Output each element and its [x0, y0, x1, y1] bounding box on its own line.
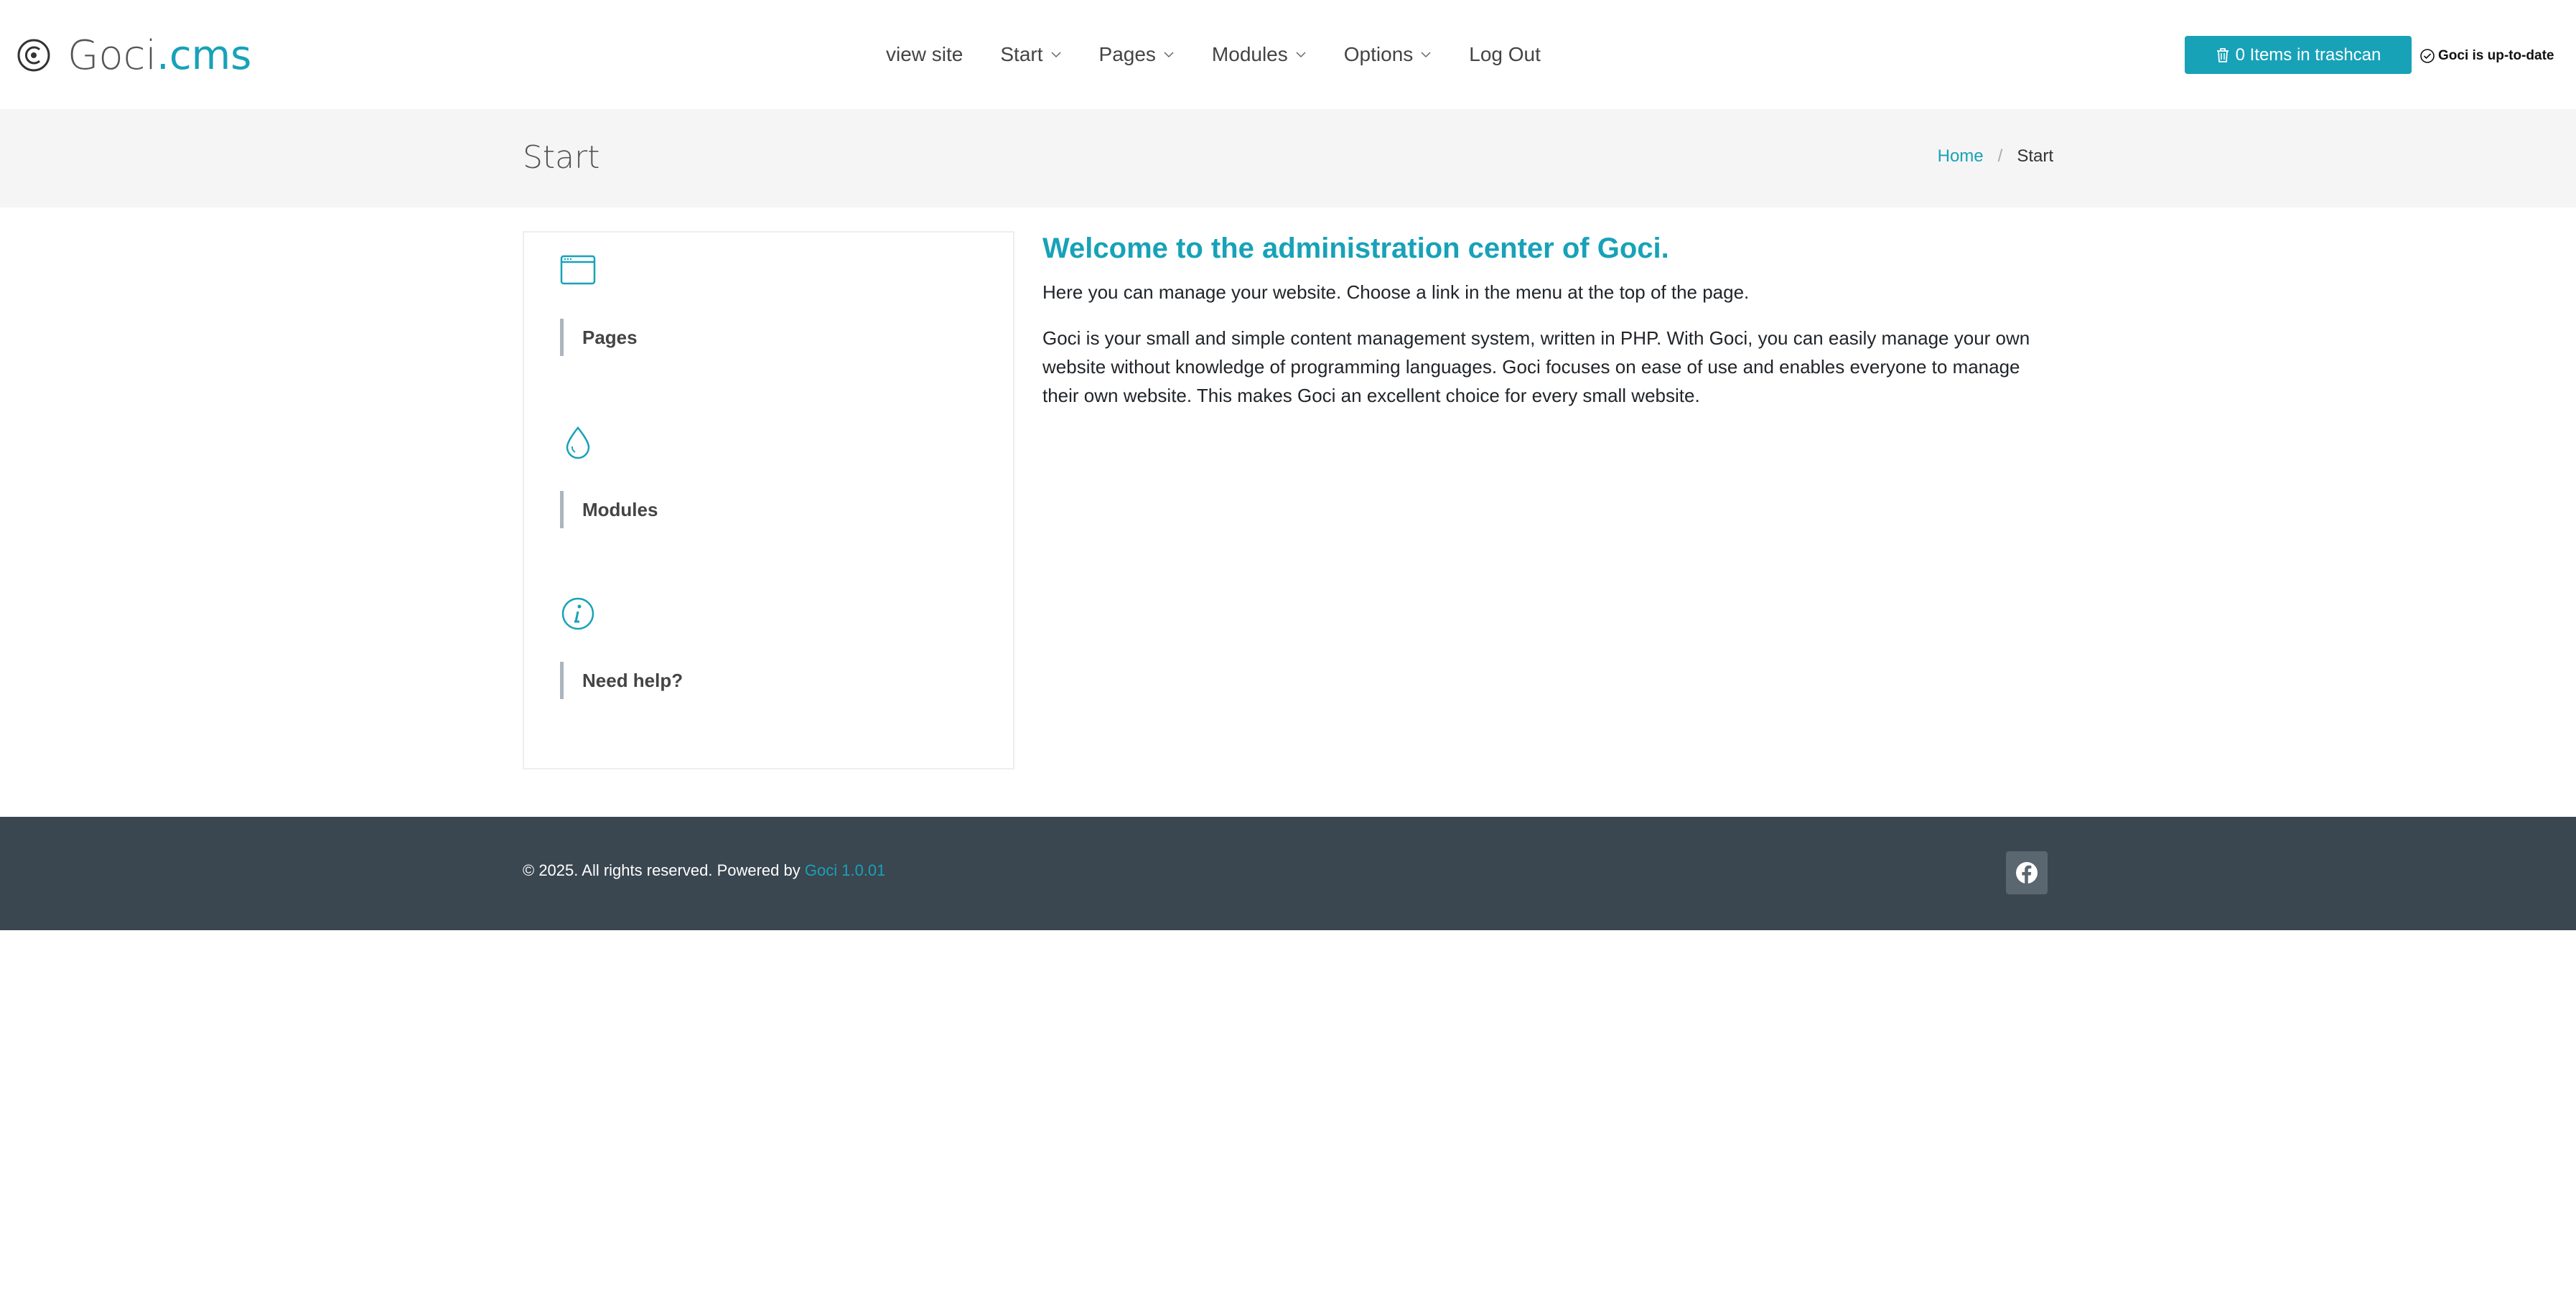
- quick-link-modules[interactable]: Modules: [560, 425, 658, 528]
- quick-link-help[interactable]: Need help?: [560, 596, 683, 699]
- chevron-down-icon: [1050, 52, 1061, 58]
- facebook-button[interactable]: [2006, 851, 2048, 894]
- welcome-heading: Welcome to the administration center of …: [1042, 233, 1669, 264]
- main-nav: view site Start Pages Modules Options Lo…: [886, 36, 1541, 73]
- quick-link-modules-label[interactable]: Modules: [560, 491, 775, 528]
- chevron-down-icon: [1421, 52, 1431, 58]
- nav-pages-label: Pages: [1098, 43, 1156, 65]
- goci-logo-icon: [17, 39, 50, 72]
- browser-window-icon: [560, 255, 596, 285]
- check-circle-icon: [2420, 49, 2435, 63]
- description-text: Goci is your small and simple content ma…: [1042, 327, 2030, 406]
- logo-text: Goci.cms: [67, 32, 252, 79]
- nav-options[interactable]: Options: [1344, 43, 1432, 66]
- nav-modules[interactable]: Modules: [1212, 43, 1307, 66]
- facebook-icon: [2016, 862, 2038, 884]
- trash-icon: [2216, 47, 2229, 62]
- update-status-label: Goci is up-to-date: [2438, 48, 2554, 63]
- nav-start-label: Start: [1000, 43, 1043, 65]
- site-footer: © 2025. All rights reserved. Powered by …: [0, 817, 2576, 930]
- site-logo[interactable]: Goci.cms: [16, 32, 251, 79]
- top-header: Goci.cms view site Start Pages Modules O…: [0, 0, 2576, 109]
- quick-link-pages[interactable]: Pages: [560, 253, 638, 356]
- quick-link-help-label[interactable]: Need help?: [560, 662, 775, 699]
- update-status: Goci is up-to-date: [2419, 45, 2554, 67]
- quick-links-card: Pages Modules Need help?: [523, 231, 1014, 769]
- nav-view-site-label: view site: [886, 43, 963, 65]
- intro-text: Here you can manage your website. Choose…: [1042, 281, 1750, 303]
- breadcrumb: Home / Start: [1938, 146, 2053, 167]
- footer-copyright-text: © 2025. All rights reserved. Powered by: [523, 861, 801, 879]
- trashcan-button[interactable]: 0 Items in trashcan: [2185, 36, 2412, 74]
- breadcrumb-home-link[interactable]: Home: [1938, 146, 1984, 167]
- breadcrumb-current: Start: [2017, 146, 2053, 166]
- footer-copyright: © 2025. All rights reserved. Powered by …: [523, 861, 885, 880]
- breadcrumb-separator: /: [1997, 146, 2003, 166]
- quick-link-pages-label[interactable]: Pages: [560, 319, 775, 356]
- droplet-icon: [566, 426, 590, 459]
- nav-modules-label: Modules: [1211, 43, 1288, 65]
- welcome-content: Welcome to the administration center of …: [1042, 231, 2053, 410]
- nav-log-out[interactable]: Log Out: [1469, 43, 1541, 66]
- chevron-down-icon: [1296, 52, 1306, 58]
- page-title: Start: [523, 139, 600, 176]
- trashcan-button-label: 0 Items in trashcan: [2235, 45, 2381, 65]
- chevron-down-icon: [1164, 52, 1174, 58]
- nav-log-out-label: Log Out: [1469, 43, 1541, 65]
- nav-view-site[interactable]: view site: [886, 43, 963, 66]
- page-title-band: Start Home / Start: [0, 109, 2576, 207]
- nav-pages[interactable]: Pages: [1099, 43, 1175, 66]
- nav-start[interactable]: Start: [1000, 43, 1061, 66]
- nav-options-label: Options: [1343, 43, 1414, 65]
- info-circle-icon: [561, 597, 594, 630]
- footer-powered-link[interactable]: Goci 1.0.01: [805, 861, 886, 879]
